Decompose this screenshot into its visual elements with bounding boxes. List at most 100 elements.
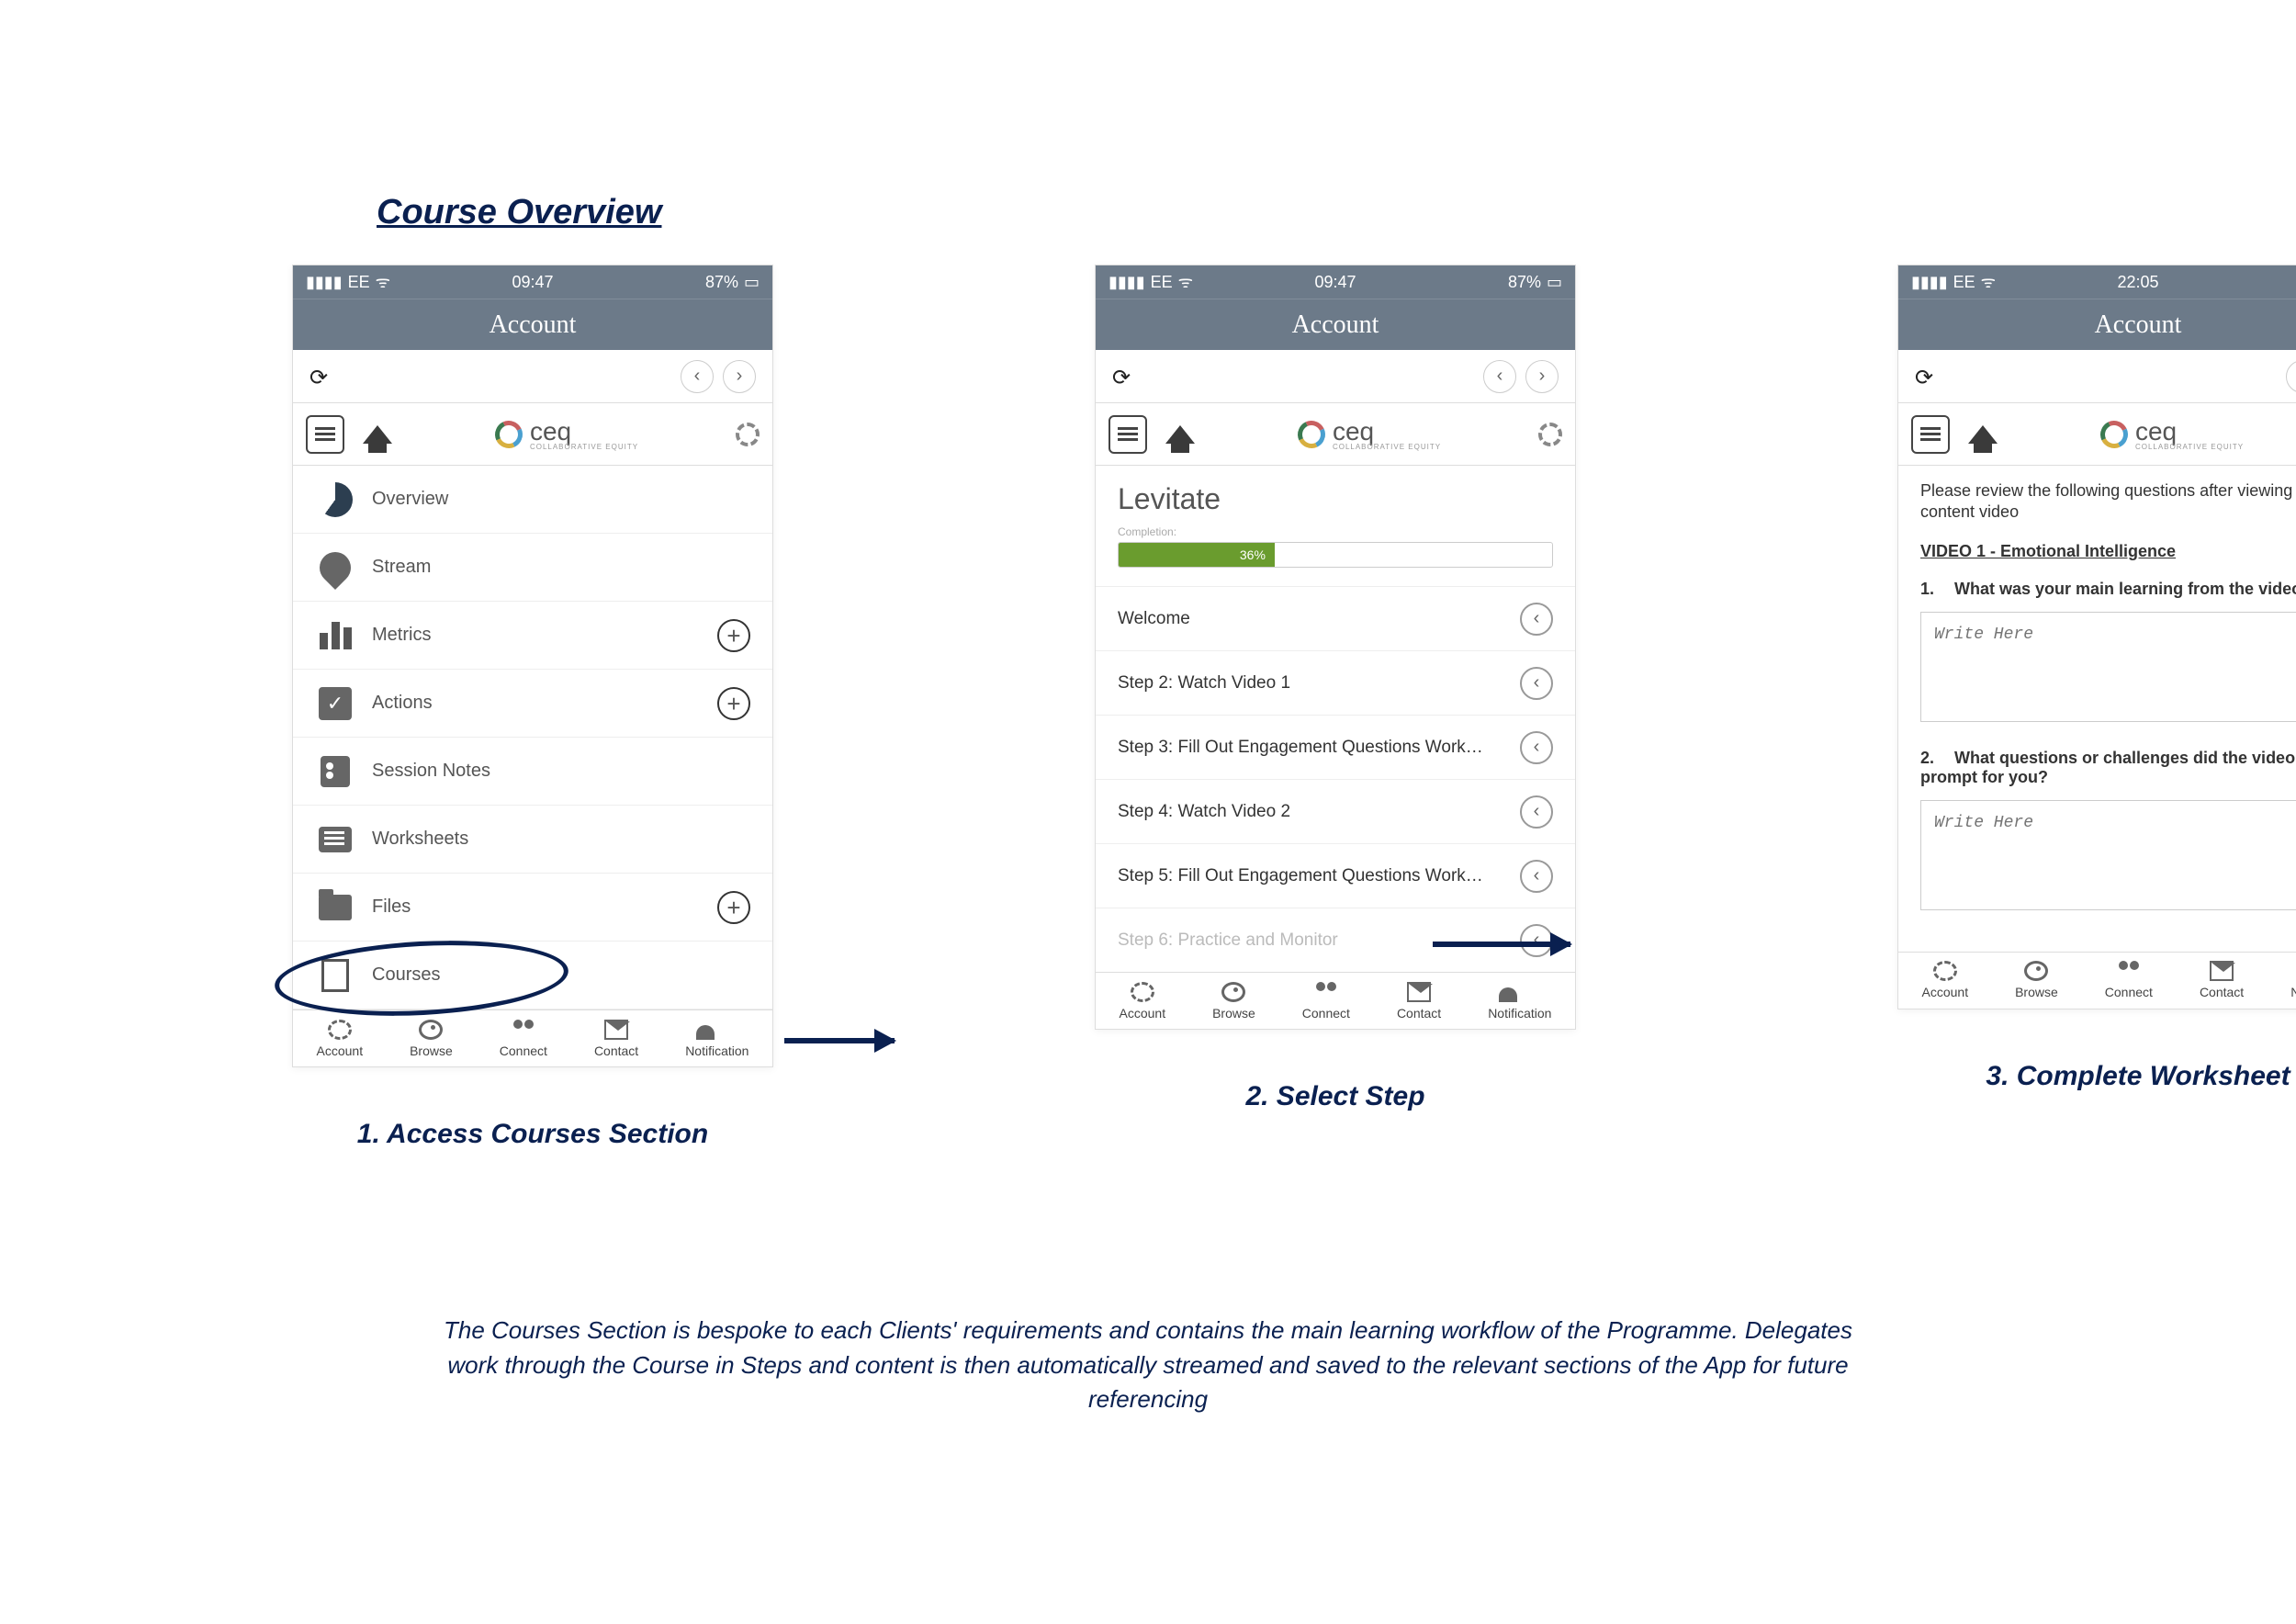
arrow-2-to-3 [1433, 942, 1570, 947]
refresh-button[interactable] [1915, 361, 1933, 392]
step-item-3[interactable]: Step 3: Fill Out Engagement Questions Wo… [1096, 715, 1575, 779]
step-item-2[interactable]: Step 2: Watch Video 1 ‹ [1096, 650, 1575, 715]
menu-button[interactable] [306, 415, 344, 454]
worksheet-intro: Please review the following questions af… [1920, 480, 2296, 524]
menu-label: Overview [372, 489, 448, 510]
question-1: 1. What was your main learning from the … [1920, 580, 2296, 599]
home-icon [363, 425, 392, 444]
refresh-button[interactable] [310, 361, 328, 392]
tab-browse[interactable]: Browse [1212, 982, 1255, 1021]
page-title: Course Overview [377, 193, 661, 232]
menu-button[interactable] [1911, 415, 1950, 454]
menu-button[interactable] [1109, 415, 1147, 454]
menu-item-courses[interactable]: Courses [293, 942, 772, 1009]
home-button[interactable] [357, 420, 398, 449]
tab-connect[interactable]: Connect [2105, 961, 2153, 999]
add-files-button[interactable]: + [717, 891, 750, 924]
header-title: Account [293, 299, 772, 350]
notification-icon [705, 1020, 729, 1040]
expand-icon: ‹ [1520, 603, 1553, 636]
brand-logo: ceq COLLABORATIVE EQUITY [1213, 417, 1525, 451]
nav-back-button[interactable]: ‹ [2286, 360, 2296, 393]
account-icon [328, 1020, 352, 1040]
tab-notification[interactable]: Notification [1488, 982, 1551, 1021]
metrics-icon [320, 622, 352, 649]
tab-label: Notification [1488, 1006, 1551, 1021]
tab-account[interactable]: Account [1120, 982, 1166, 1021]
home-button[interactable] [1160, 420, 1200, 449]
tab-connect[interactable]: Connect [1302, 982, 1350, 1021]
status-time: 09:47 [1096, 273, 1575, 292]
home-button[interactable] [1963, 420, 2003, 449]
tab-account[interactable]: Account [317, 1020, 364, 1058]
caption-1: 1. Access Courses Section [292, 1119, 773, 1150]
ring-logo-icon [1294, 416, 1329, 451]
menu-label: Metrics [372, 625, 431, 646]
tab-label: Notification [2290, 985, 2296, 999]
brand-subtext: COLLABORATIVE EQUITY [530, 443, 638, 451]
account-icon [1933, 961, 1957, 981]
arrow-1-to-2 [784, 1038, 895, 1043]
menu-label: Courses [372, 964, 440, 986]
menu-item-overview[interactable]: Overview [293, 466, 772, 534]
tab-notification[interactable]: Notification [685, 1020, 748, 1058]
step-label: Welcome [1118, 609, 1190, 629]
menu-label: Session Notes [372, 761, 490, 782]
status-bar: ▮▮▮▮ EE ᯤ 22:05 76% ▭ [1898, 265, 2296, 299]
step-label: Step 4: Watch Video 2 [1118, 802, 1290, 822]
tab-browse[interactable]: Browse [2015, 961, 2058, 999]
answer-1-input[interactable] [1920, 612, 2296, 722]
tab-contact[interactable]: Contact [2200, 961, 2244, 999]
nav-forward-button[interactable]: › [723, 360, 756, 393]
tab-notification[interactable]: Notification [2290, 961, 2296, 999]
brand-logo: ceq COLLABORATIVE EQUITY [2016, 417, 2296, 451]
answer-2-input[interactable] [1920, 800, 2296, 910]
phone-1: ▮▮▮▮ EE ᯤ 09:47 87% ▭ Account ‹ › [292, 265, 773, 1067]
menu-item-metrics[interactable]: Metrics + [293, 602, 772, 670]
tab-browse[interactable]: Browse [410, 1020, 453, 1058]
browse-icon [1221, 982, 1245, 1002]
footer-description: The Courses Section is bespoke to each C… [0, 1314, 2296, 1417]
add-actions-button[interactable]: + [717, 687, 750, 720]
actions-icon: ✓ [319, 687, 352, 720]
tab-connect[interactable]: Connect [500, 1020, 547, 1058]
step-item-6[interactable]: Step 6: Practice and Monitor ‹ [1096, 908, 1575, 972]
expand-icon: ‹ [1520, 924, 1553, 957]
refresh-button[interactable] [1112, 361, 1131, 392]
tab-label: Notification [685, 1043, 748, 1058]
contact-icon [1407, 982, 1431, 1002]
menu-item-worksheets[interactable]: Worksheets [293, 806, 772, 874]
video-title: VIDEO 1 - Emotional Intelligence [1920, 542, 2296, 561]
tab-contact[interactable]: Contact [1397, 982, 1441, 1021]
step-list: Welcome ‹ Step 2: Watch Video 1 ‹ Step 3… [1096, 586, 1575, 972]
courses-icon [321, 959, 349, 992]
expand-icon: ‹ [1520, 731, 1553, 764]
progress-pct: 36% [1240, 547, 1266, 562]
tab-contact[interactable]: Contact [594, 1020, 638, 1058]
nav-back-button[interactable]: ‹ [681, 360, 714, 393]
status-time: 22:05 [1898, 273, 2296, 292]
status-bar: ▮▮▮▮ EE ᯤ 09:47 87% ▭ [293, 265, 772, 299]
menu-item-files[interactable]: Files + [293, 874, 772, 942]
menu-label: Actions [372, 693, 433, 714]
tab-account[interactable]: Account [1922, 961, 1969, 999]
nav-forward-button[interactable]: › [1525, 360, 1559, 393]
step-item-5[interactable]: Step 5: Fill Out Engagement Questions Wo… [1096, 843, 1575, 908]
add-metrics-button[interactable]: + [717, 619, 750, 652]
tab-label: Account [1922, 985, 1969, 999]
step-label: Step 2: Watch Video 1 [1118, 673, 1290, 694]
menu-item-actions[interactable]: ✓ Actions + [293, 670, 772, 738]
menu-label: Stream [372, 557, 431, 578]
tab-label: Connect [1302, 1006, 1350, 1021]
expand-icon: ‹ [1520, 667, 1553, 700]
menu-item-stream[interactable]: Stream [293, 534, 772, 602]
bottom-tab-bar: Account Browse Connect Contact Notificat… [1898, 952, 2296, 1009]
q1-text: What was your main learning from the vid… [1954, 580, 2296, 598]
nav-back-button[interactable]: ‹ [1483, 360, 1516, 393]
menu-item-session-notes[interactable]: Session Notes [293, 738, 772, 806]
tab-label: Account [1120, 1006, 1166, 1021]
step-item-welcome[interactable]: Welcome ‹ [1096, 586, 1575, 650]
step-item-4[interactable]: Step 4: Watch Video 2 ‹ [1096, 779, 1575, 843]
tab-label: Contact [594, 1043, 638, 1058]
expand-icon: ‹ [1520, 795, 1553, 829]
